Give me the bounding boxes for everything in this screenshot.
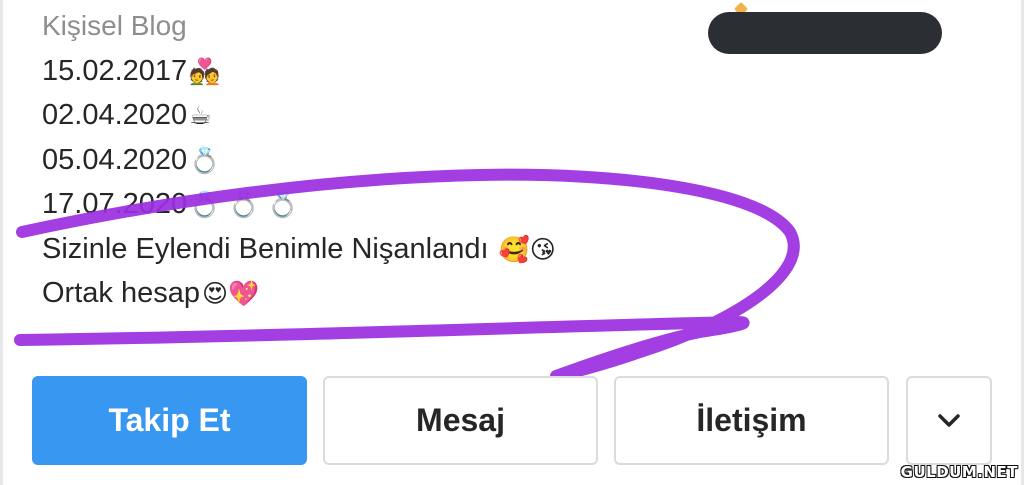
suggested-accounts-button[interactable] — [906, 376, 992, 465]
bio-line-emoji: 💍 💍 💍 — [189, 190, 299, 219]
left-edge-shadow — [0, 0, 3, 485]
bio-line: 17.07.2020💍 💍 💍 — [42, 182, 556, 227]
profile-bio: Kişisel Blog 15.02.2017💑 02.04.2020☕ 05.… — [42, 4, 556, 316]
follow-button-label: Takip Et — [108, 402, 231, 438]
bio-line: 05.04.2020💍 — [42, 138, 556, 183]
bio-line-emoji: 😍💖 — [201, 279, 260, 308]
contact-button[interactable]: İletişim — [614, 376, 889, 465]
message-button-label: Mesaj — [416, 402, 505, 438]
contact-button-label: İletişim — [696, 402, 807, 438]
follow-button[interactable]: Takip Et — [32, 376, 307, 465]
bio-line-text: 15.02.2017 — [42, 54, 188, 87]
bio-line-emoji: 💍 — [189, 145, 221, 175]
bio-line: 02.04.2020☕ — [42, 93, 556, 138]
bio-line-emoji: 💑 — [189, 56, 221, 86]
bio-line-text: 02.04.2020 — [42, 99, 188, 131]
profile-category: Kişisel Blog — [42, 10, 187, 41]
bio-line-text: 05.04.2020 — [42, 143, 188, 176]
chevron-down-icon — [938, 413, 960, 427]
bio-line-text: Sizinle Eylendi Benimle Nişanlandı — [42, 232, 497, 265]
bio-line: 15.02.2017💑 — [42, 49, 556, 94]
bio-line: Sizinle Eylendi Benimle Nişanlandı 🥰😘 — [42, 227, 556, 272]
redaction-bar — [708, 12, 942, 54]
bio-line-emoji: 🥰😘 — [498, 234, 556, 264]
bio-line-emoji: ☕ — [189, 101, 212, 130]
watermark: GULDUM.NET — [900, 463, 1018, 481]
bio-line: Ortak hesap😍💖 — [42, 271, 556, 316]
bio-line-text: Ortak hesap — [42, 277, 200, 309]
bio-line-text: 17.07.2020 — [42, 188, 188, 220]
message-button[interactable]: Mesaj — [323, 376, 598, 465]
